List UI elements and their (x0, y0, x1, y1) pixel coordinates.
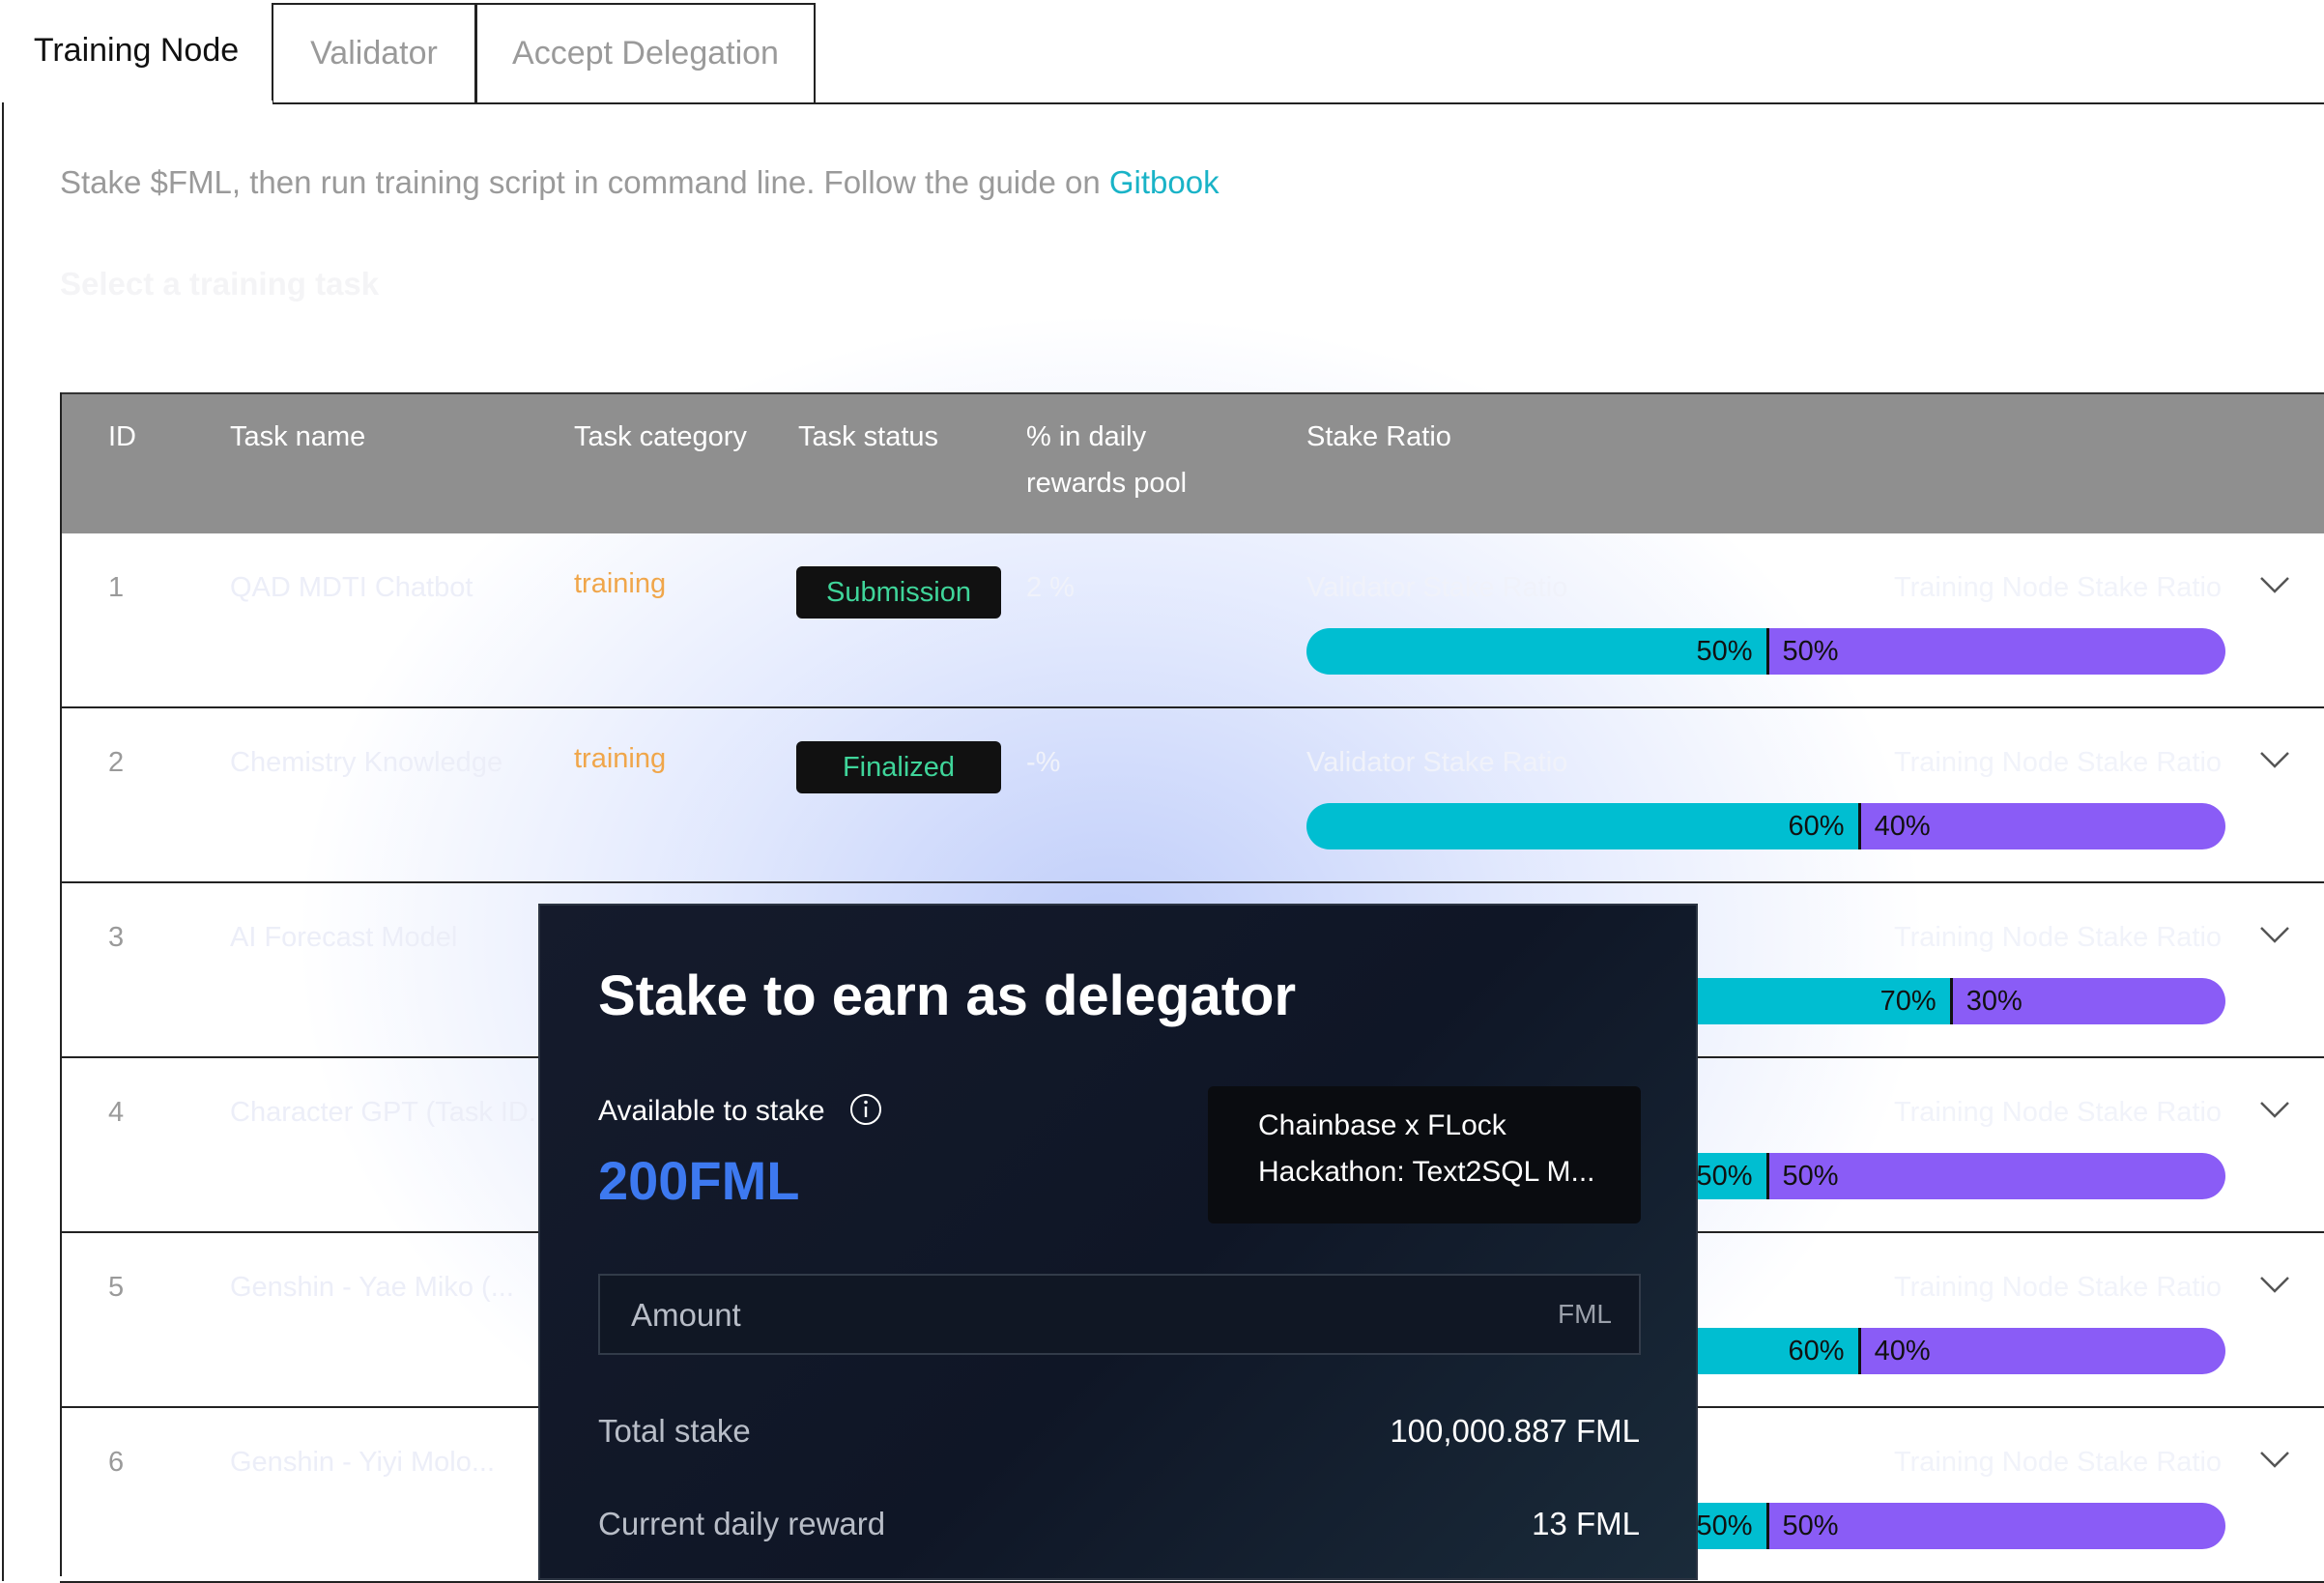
header-task-category: Task category (574, 421, 747, 452)
amount-placeholder: Amount (631, 1297, 741, 1333)
training-node-stake-ratio-label: Training Node Stake Ratio (1894, 1447, 2223, 1478)
validator-stake-ratio-label: Validator Stake Ratio (1306, 572, 1568, 603)
amount-input[interactable]: Amount FML (598, 1274, 1641, 1355)
row-id: 1 (108, 572, 125, 603)
tab-accept-delegation[interactable]: Accept Delegation (475, 3, 816, 102)
table-header: ID Task name Task category Task status %… (60, 392, 2324, 533)
row-id: 3 (108, 922, 125, 953)
training-node-stake-ratio-label: Training Node Stake Ratio (1894, 1272, 2223, 1303)
training-node-share-value: 30% (1965, 985, 2023, 1017)
training-node-stake-ratio-label: Training Node Stake Ratio (1894, 1097, 2223, 1128)
training-node-share-value: 50% (1782, 1160, 1839, 1192)
validator-share-value: 50% (1696, 1510, 1753, 1541)
training-node-stake-ratio-label: Training Node Stake Ratio (1894, 922, 2223, 953)
validator-share: 50% (1306, 628, 1766, 675)
info-icon[interactable] (849, 1093, 882, 1126)
training-node-share-value: 50% (1782, 1510, 1839, 1541)
chevron-down-icon[interactable] (2257, 1095, 2292, 1124)
training-node-share-value: 50% (1782, 635, 1839, 667)
chevron-down-icon[interactable] (2257, 745, 2292, 774)
selected-task-line2: Hackathon: Text2SQL M... (1258, 1156, 1595, 1188)
row-pct-rewards: 2 % (1026, 572, 1075, 603)
status-badge: Submission (796, 566, 1001, 619)
chevron-down-icon[interactable] (2257, 1270, 2292, 1299)
row-task-name: Genshin - Yae Miko (... (230, 1272, 514, 1303)
training-node-share-value: 40% (1874, 1335, 1931, 1367)
table-row[interactable]: 2 Chemistry Knowledge training Finalized -% V… (60, 708, 2324, 883)
table-left-border (60, 392, 62, 1576)
validator-share-value: 50% (1696, 635, 1753, 667)
intro-text: Stake $FML, then run training script in … (60, 164, 1219, 201)
intro-sentence: Stake $FML, then run training script in … (60, 164, 1109, 200)
tab-label: Accept Delegation (512, 35, 779, 72)
header-id: ID (108, 421, 136, 452)
validator-share-value: 70% (1879, 985, 1937, 1017)
row-pct-rewards: -% (1026, 747, 1061, 778)
training-node-share-value: 40% (1874, 810, 1931, 842)
row-task-name: Character GPT (Task ID... (230, 1097, 553, 1128)
training-node-share: 50% (1765, 1153, 2225, 1199)
row-id: 2 (108, 747, 125, 778)
total-stake-label: Total stake (598, 1413, 751, 1449)
tab-label: Training Node (33, 31, 240, 69)
tab-label: Validator (310, 35, 438, 72)
active-tab-gap (4, 101, 273, 106)
available-to-stake-label: Available to stake (598, 1095, 825, 1127)
row-task-name: Chemistry Knowledge (230, 747, 503, 778)
row-task-category: training (574, 568, 667, 599)
available-amount: 200FML (598, 1150, 800, 1211)
header-stake-ratio: Stake Ratio (1306, 421, 1451, 452)
table-row[interactable]: 1 QAD MDTI Chatbot training Submission 2 % Va… (60, 533, 2324, 708)
daily-reward-label: Current daily reward (598, 1506, 886, 1541)
row-task-name: QAD MDTI Chatbot (230, 572, 473, 603)
validator-share: 60% (1306, 803, 1858, 849)
selected-task-chip: Chainbase x FLock Hackathon: Text2SQL M.… (1208, 1086, 1641, 1223)
amount-unit: FML (1558, 1299, 1612, 1329)
validator-share-value: 60% (1788, 1335, 1845, 1367)
daily-reward-value: 13 FML (1532, 1506, 1640, 1541)
chevron-down-icon[interactable] (2257, 920, 2292, 949)
selected-task-line1: Chainbase x FLock (1258, 1109, 1506, 1141)
training-node-share: 50% (1765, 1503, 2225, 1549)
header-rewards-pool: rewards pool (1026, 468, 1188, 499)
row-task-category: training (574, 743, 667, 774)
row-id: 4 (108, 1097, 125, 1128)
training-node-share: 50% (1765, 628, 2225, 675)
stake-delegator-modal: Stake to earn as delegator Available to … (538, 904, 1698, 1580)
gitbook-link[interactable]: Gitbook (1109, 164, 1219, 200)
header-task-status: Task status (798, 421, 939, 452)
tab-validator[interactable]: Validator (272, 3, 476, 102)
training-node-share: 40% (1857, 1328, 2225, 1374)
training-node-share: 40% (1857, 803, 2225, 849)
modal-title: Stake to earn as delegator (598, 964, 1297, 1027)
header-pct-daily: % in daily (1026, 421, 1147, 452)
chevron-down-icon[interactable] (2257, 1445, 2292, 1474)
select-task-label: Select a training task (60, 266, 380, 302)
validator-share-value: 50% (1696, 1160, 1753, 1192)
total-stake-value: 100,000.887 FML (1390, 1413, 1640, 1449)
validator-stake-ratio-label: Validator Stake Ratio (1306, 747, 1568, 778)
row-id: 5 (108, 1272, 125, 1303)
stake-ratio-bar: 50% 50% (1306, 628, 2225, 675)
training-node-share: 30% (1949, 978, 2225, 1024)
validator-share-value: 60% (1788, 810, 1845, 842)
row-id: 6 (108, 1447, 125, 1478)
tab-training-node[interactable]: Training Node (0, 0, 273, 101)
training-node-stake-ratio-label: Training Node Stake Ratio (1894, 572, 2223, 603)
training-node-stake-ratio-label: Training Node Stake Ratio (1894, 747, 2223, 778)
status-badge: Finalized (796, 741, 1001, 793)
chevron-down-icon[interactable] (2257, 570, 2292, 599)
header-task-name: Task name (230, 421, 366, 452)
stake-ratio-bar: 60% 40% (1306, 803, 2225, 849)
row-task-name: Genshin - Yiyi Molo... (230, 1447, 495, 1478)
row-task-name: AI Forecast Model (230, 922, 458, 953)
